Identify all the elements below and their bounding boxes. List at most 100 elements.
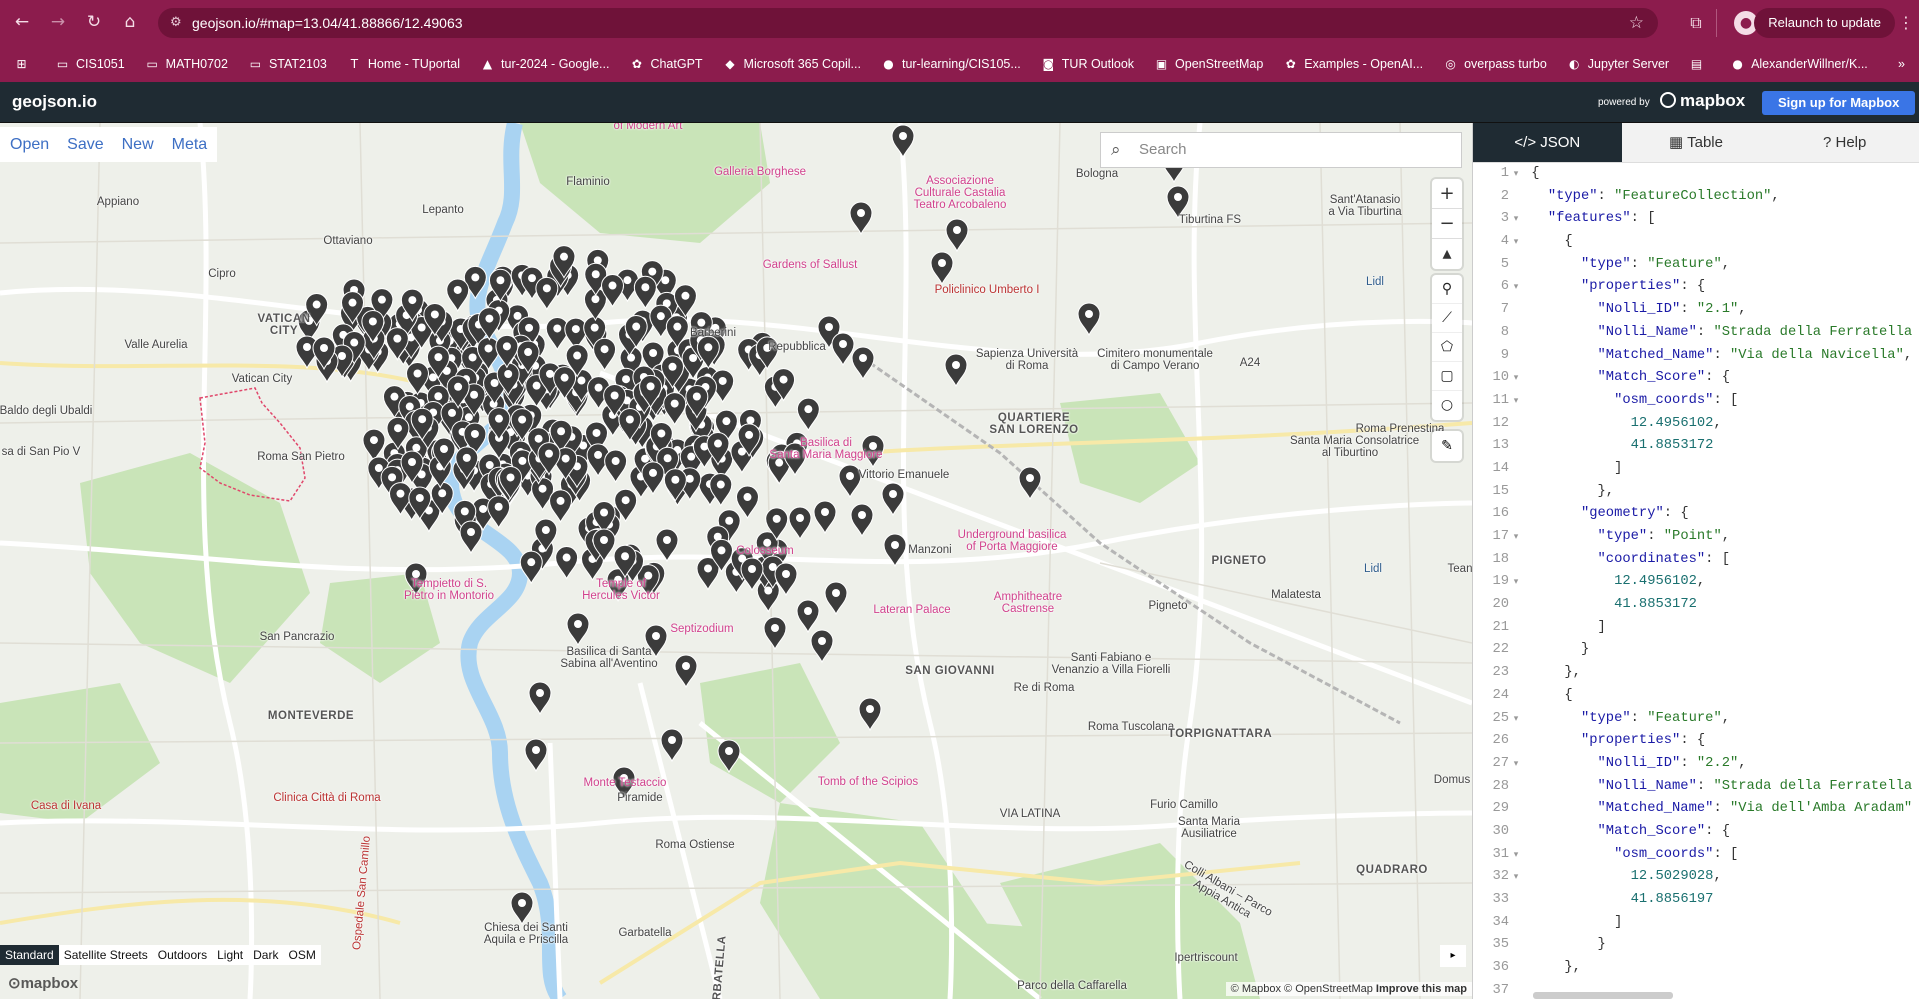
tab-help[interactable]: ? Help	[1770, 123, 1919, 162]
code-line[interactable]: 33 41.8856197	[1473, 889, 1919, 912]
tab-json[interactable]: </> JSON	[1473, 123, 1622, 162]
new-menu[interactable]: New	[122, 136, 154, 154]
code-line[interactable]: 2 "type": "FeatureCollection",	[1473, 186, 1919, 209]
bookmark-item[interactable]: ▭ STAT2103	[248, 57, 327, 72]
save-menu[interactable]: Save	[67, 136, 103, 154]
bookmark-item[interactable]: ◆ Microsoft 365 Copil...	[723, 57, 861, 72]
bookmark-item[interactable]: ● tur-learning/CIS105...	[881, 57, 1021, 72]
address-bar[interactable]: ⚙ geojson.io/#map=13.04/41.88866/12.4906…	[158, 8, 1658, 38]
home-icon[interactable]: ⌂	[116, 8, 144, 36]
search-input[interactable]: ⌕ Search	[1100, 132, 1462, 168]
zoom-in-button[interactable]: +	[1432, 179, 1462, 209]
fold-toggle-icon[interactable]: ▾	[1509, 844, 1523, 867]
draw-polygon-icon[interactable]: ⬠	[1432, 333, 1462, 362]
code-line[interactable]: 9 "Matched_Name": "Via della Navicella",	[1473, 345, 1919, 368]
edit-icon[interactable]: ✎	[1432, 431, 1462, 461]
osm-attribution[interactable]: © OpenStreetMap	[1284, 983, 1373, 995]
tab-table[interactable]: ▦ Table	[1622, 123, 1771, 162]
compass-button[interactable]: ▴	[1432, 239, 1462, 269]
code-line[interactable]: 25 ▾ "type": "Feature",	[1473, 708, 1919, 731]
code-line[interactable]: 15 },	[1473, 481, 1919, 504]
fold-toggle-icon[interactable]: ▾	[1509, 208, 1523, 231]
code-line[interactable]: 18 "coordinates": [	[1473, 549, 1919, 572]
back-icon[interactable]: ←	[8, 8, 36, 36]
draw-point-icon[interactable]: ⚲	[1432, 275, 1462, 304]
bookmark-item[interactable]: ✿ Examples - OpenAI...	[1283, 57, 1423, 72]
fold-toggle-icon[interactable]: ▾	[1509, 276, 1523, 299]
apps-icon[interactable]: ⊞	[14, 57, 35, 72]
style-osm[interactable]: OSM	[283, 945, 320, 965]
code-line[interactable]: 14 ]	[1473, 458, 1919, 481]
code-line[interactable]: 5 "type": "Feature",	[1473, 254, 1919, 277]
fold-toggle-icon[interactable]: ▾	[1509, 753, 1523, 776]
code-line[interactable]: 21 ]	[1473, 617, 1919, 640]
code-line[interactable]: 29 "Matched_Name": "Via dell'Amba Aradam…	[1473, 798, 1919, 821]
bookmark-star-icon[interactable]: ☆	[1629, 8, 1644, 38]
draw-circle-icon[interactable]: ○	[1432, 391, 1462, 420]
style-outdoors[interactable]: Outdoors	[153, 945, 212, 965]
bookmark-item[interactable]: ▤	[1689, 57, 1710, 72]
code-line[interactable]: 36 },	[1473, 957, 1919, 980]
code-line[interactable]: 17 ▾ "type": "Point",	[1473, 526, 1919, 549]
code-line[interactable]: 26 "properties": {	[1473, 730, 1919, 753]
fold-toggle-icon[interactable]: ▾	[1509, 571, 1523, 594]
site-info-icon[interactable]: ⚙	[170, 8, 182, 38]
code-line[interactable]: 11 ▾ "osm_coords": [	[1473, 390, 1919, 413]
forward-icon[interactable]: →	[44, 8, 72, 36]
style-light[interactable]: Light	[212, 945, 248, 965]
bookmark-item[interactable]: T Home - TUportal	[347, 57, 460, 72]
signup-button[interactable]: Sign up for Mapbox	[1762, 91, 1916, 115]
code-line[interactable]: 8 "Nolli_Name": "Strada della Ferratella	[1473, 322, 1919, 345]
fold-toggle-icon[interactable]: ▾	[1509, 163, 1523, 186]
fold-toggle-icon[interactable]: ▾	[1509, 866, 1523, 889]
bookmark-item[interactable]: ▣ OpenStreetMap	[1154, 57, 1263, 72]
code-line[interactable]: 7 "Nolli_ID": "2.1",	[1473, 299, 1919, 322]
code-line[interactable]: 4 ▾ {	[1473, 231, 1919, 254]
bookmark-item[interactable]: ◐ Jupyter Server	[1567, 57, 1669, 72]
style-satellite-streets[interactable]: Satellite Streets	[59, 945, 153, 965]
code-line[interactable]: 3 ▾ "features": [	[1473, 208, 1919, 231]
code-line[interactable]: 19 ▾ 12.4956102,	[1473, 571, 1919, 594]
code-line[interactable]: 1 ▾ {	[1473, 163, 1919, 186]
code-line[interactable]: 23 },	[1473, 662, 1919, 685]
zoom-out-button[interactable]: −	[1432, 209, 1462, 239]
extensions-icon[interactable]: ⧉	[1682, 9, 1710, 37]
bookmark-item[interactable]: ✿ ChatGPT	[629, 57, 703, 72]
draw-rectangle-icon[interactable]: ▢	[1432, 362, 1462, 391]
menu-dots-icon[interactable]: ⋮	[1892, 9, 1919, 37]
reload-icon[interactable]: ↻	[80, 8, 108, 36]
code-line[interactable]: 10 ▾ "Match_Score": {	[1473, 367, 1919, 390]
code-line[interactable]: 27 ▾ "Nolli_ID": "2.2",	[1473, 753, 1919, 776]
app-logo[interactable]: geojson.io	[12, 92, 97, 112]
fold-toggle-icon[interactable]: ▾	[1509, 367, 1523, 390]
fold-toggle-icon[interactable]: ▾	[1509, 526, 1523, 549]
mapbox-attribution[interactable]: © Mapbox	[1231, 983, 1281, 995]
json-editor[interactable]: 1 ▾ {2 "type": "FeatureCollection", 3 ▾ "fe…	[1473, 163, 1919, 999]
style-dark[interactable]: Dark	[248, 945, 283, 965]
code-line[interactable]: 24 {	[1473, 685, 1919, 708]
code-line[interactable]: 30 "Match_Score": {	[1473, 821, 1919, 844]
open-menu[interactable]: Open	[10, 136, 49, 154]
bookmark-item[interactable]: ◙ TUR Outlook	[1041, 57, 1134, 72]
code-line[interactable]: 34 ]	[1473, 912, 1919, 935]
meta-menu[interactable]: Meta	[172, 136, 208, 154]
more-bookmarks-icon[interactable]: »	[1898, 57, 1905, 71]
code-line[interactable]: 20 41.8853172	[1473, 594, 1919, 617]
map-canvas[interactable]: National Galleryof Modern Art Galleria Bo…	[0, 123, 1472, 999]
layer-toggle-icon[interactable]: ▸	[1440, 945, 1466, 967]
bookmark-item[interactable]: ▭ MATH0702	[145, 57, 227, 72]
horizontal-scrollbar[interactable]	[1533, 992, 1673, 999]
code-line[interactable]: 12 12.4956102,	[1473, 413, 1919, 436]
improve-map-link[interactable]: Improve this map	[1376, 983, 1467, 995]
fold-toggle-icon[interactable]: ▾	[1509, 708, 1523, 731]
code-line[interactable]: 28 "Nolli_Name": "Strada della Ferratell…	[1473, 776, 1919, 799]
code-line[interactable]: 13 41.8853172	[1473, 435, 1919, 458]
fold-toggle-icon[interactable]: ▾	[1509, 231, 1523, 254]
relaunch-button[interactable]: Relaunch to update	[1754, 8, 1895, 38]
bookmark-item[interactable]: ● AlexanderWillner/K...	[1730, 57, 1867, 72]
code-line[interactable]: 31 ▾ "osm_coords": [	[1473, 844, 1919, 867]
bookmark-item[interactable]: ◎ overpass turbo	[1443, 57, 1546, 72]
draw-line-icon[interactable]: ⟋	[1432, 304, 1462, 333]
style-standard[interactable]: Standard	[0, 945, 59, 965]
mapbox-map-logo[interactable]: ⊙mapbox	[8, 974, 78, 992]
